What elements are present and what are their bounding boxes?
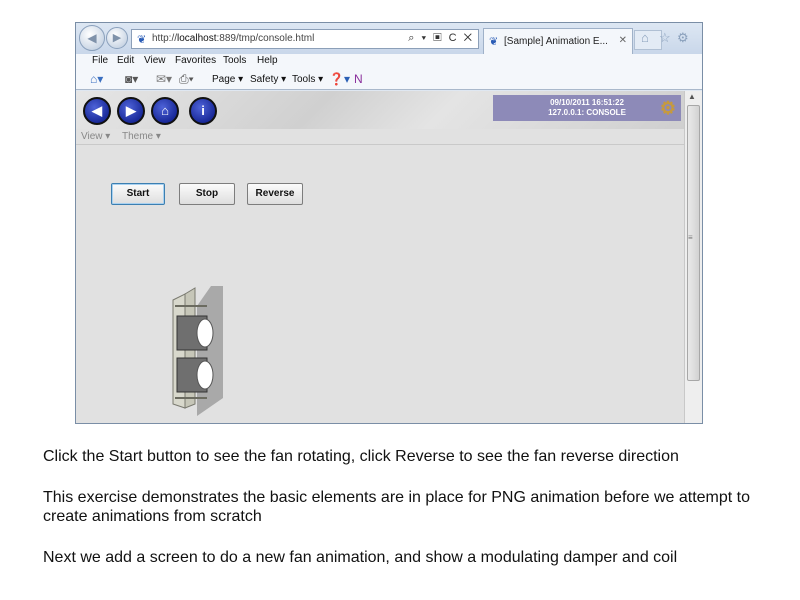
home-icon: ⌂ — [161, 103, 169, 118]
tools-menu[interactable]: Tools ▾ — [292, 74, 323, 85]
url-prefix: http:// — [152, 33, 178, 44]
site-favicon-icon: ❦ — [137, 34, 147, 46]
console-back-button[interactable]: ◀ — [83, 97, 111, 125]
feeds-icon[interactable]: ◙▾ — [125, 72, 138, 86]
back-arrow-icon: ◀ — [87, 31, 97, 45]
info-icon: i — [201, 103, 205, 118]
menu-view[interactable]: View — [144, 55, 166, 66]
menu-file[interactable]: File — [92, 55, 108, 66]
console-view-bar: View ▾ Theme ▾ — [76, 129, 684, 145]
tab-favicon-icon: ❦ — [489, 36, 499, 48]
reverse-button[interactable]: Reverse — [247, 183, 303, 205]
theme-menu[interactable]: Theme ▾ — [122, 131, 161, 142]
url-path: :889/tmp/console.html — [216, 33, 315, 44]
scroll-grip-icon: ≡ — [688, 233, 693, 242]
fan-upper-inlet — [196, 318, 214, 348]
vertical-scrollbar[interactable]: ▲ ≡ — [684, 91, 702, 423]
console-forward-button[interactable]: ▶ — [117, 97, 145, 125]
forward-arrow-icon: ▶ — [126, 103, 136, 118]
fan-lower-inlet — [196, 360, 214, 390]
page-menu[interactable]: Page ▾ — [212, 74, 243, 85]
print-icon[interactable]: ⎙▾ — [179, 72, 194, 87]
start-button[interactable]: Start — [111, 183, 165, 205]
back-button[interactable]: ◀ — [79, 25, 105, 51]
status-datetime: 09/10/2011 16:51:22 — [550, 98, 624, 107]
scroll-up-icon[interactable]: ▲ — [688, 92, 696, 101]
stop-button[interactable]: Stop — [179, 183, 235, 205]
address-controls[interactable]: ⌕ ▾ ▣ C ✕ — [408, 32, 474, 45]
menu-favorites[interactable]: Favorites — [175, 55, 216, 66]
fan-image — [172, 286, 223, 416]
settings-gear-icon[interactable]: ⚙ — [677, 30, 689, 46]
caption-line-2: This exercise demonstrates the basic ele… — [43, 489, 751, 525]
address-bar[interactable]: ❦ http://localhost:889/tmp/console.html … — [131, 29, 479, 49]
caption-line-1: Click the Start button to see the fan ro… — [43, 448, 679, 465]
onenote-icon[interactable]: N — [354, 72, 363, 86]
view-menu[interactable]: View ▾ — [81, 131, 110, 142]
home-icon[interactable]: ⌂ — [641, 30, 649, 45]
status-host: 127.0.0.1: CONSOLE — [548, 108, 626, 117]
gears-icon: ⚙ — [659, 98, 676, 118]
close-tab-icon[interactable]: ✕ — [619, 35, 627, 46]
home-command-icon[interactable]: ⌂▾ — [90, 72, 103, 86]
caption-line-3: Next we add a screen to do a new fan ani… — [43, 549, 678, 566]
url-host: localhost — [177, 33, 217, 44]
menu-tools[interactable]: Tools — [223, 55, 246, 66]
menu-bar: File Edit View Favorites Tools Help — [76, 54, 702, 68]
browser-titlebar: ◀ ▶ ❦ http://localhost:889/tmp/console.h… — [76, 23, 702, 54]
menu-edit[interactable]: Edit — [117, 55, 134, 66]
address-url[interactable]: http://localhost:889/tmp/console.html — [152, 33, 314, 44]
browser-window: ◀ ▶ ❦ http://localhost:889/tmp/console.h… — [75, 22, 703, 424]
forward-button[interactable]: ▶ — [106, 27, 128, 49]
command-bar: ⌂▾ ◙▾ ✉▾ ⎙▾ Page ▾ Safety ▾ Tools ▾ ❓▾ N — [76, 68, 702, 90]
page-content: ◀ ▶ ⌂ i 09/10/2011 16:51:22 127.0.0.1: C… — [76, 91, 684, 423]
favorites-star-icon[interactable]: ☆ — [659, 30, 671, 46]
mail-icon[interactable]: ✉▾ — [156, 72, 172, 86]
back-arrow-icon: ◀ — [92, 103, 102, 118]
safety-menu[interactable]: Safety ▾ — [250, 74, 286, 85]
console-home-button[interactable]: ⌂ — [151, 97, 179, 125]
status-box: 09/10/2011 16:51:22 127.0.0.1: CONSOLE ⚙ — [493, 95, 681, 121]
tab-title: [Sample] Animation E... — [504, 36, 608, 47]
menu-help[interactable]: Help — [257, 55, 278, 66]
browser-tab[interactable]: ❦ [Sample] Animation E... ✕ — [483, 28, 633, 54]
scrollbar-thumb[interactable] — [687, 105, 700, 381]
console-header: ◀ ▶ ⌂ i 09/10/2011 16:51:22 127.0.0.1: C… — [76, 91, 684, 129]
forward-arrow-icon: ▶ — [112, 32, 122, 44]
help-icon[interactable]: ❓▾ — [329, 72, 350, 86]
console-info-button[interactable]: i — [189, 97, 217, 125]
